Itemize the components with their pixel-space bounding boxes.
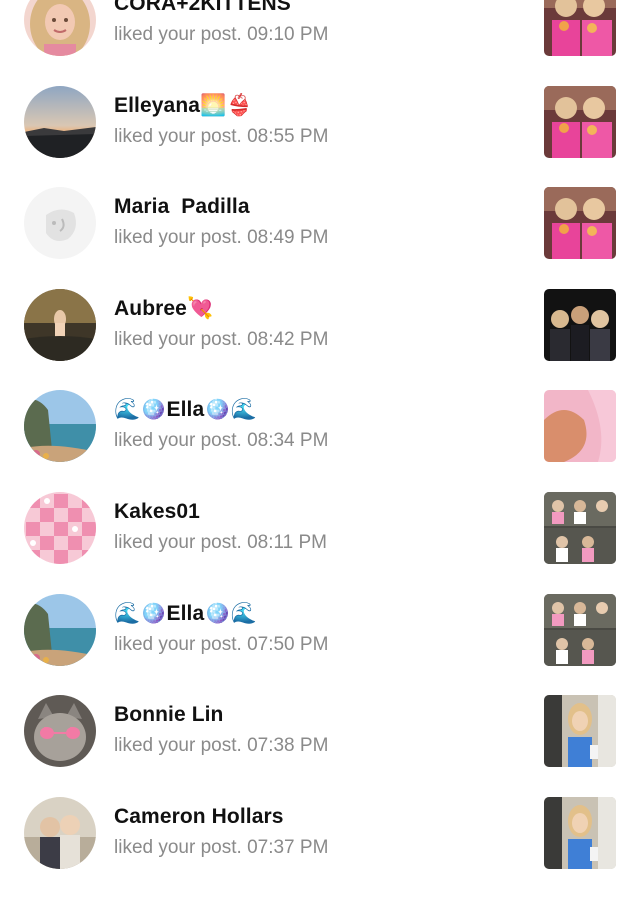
- username[interactable]: Aubree💘: [114, 297, 213, 321]
- post-thumbnail[interactable]: [544, 491, 616, 564]
- timestamp: 07:50 PM: [247, 633, 329, 655]
- post-thumbnail[interactable]: [544, 390, 616, 463]
- username[interactable]: Elleyana🌅👙: [114, 94, 253, 118]
- timestamp: 08:49 PM: [247, 227, 329, 249]
- username[interactable]: Bonnie Lin: [114, 703, 224, 727]
- timestamp: 08:34 PM: [247, 430, 329, 452]
- timestamp: 08:42 PM: [247, 328, 329, 350]
- avatar[interactable]: [24, 85, 96, 158]
- post-thumbnail[interactable]: [544, 0, 616, 56]
- username[interactable]: Maria Padilla: [114, 195, 250, 219]
- username[interactable]: Cameron Hollars: [114, 805, 284, 829]
- avatar[interactable]: [24, 796, 96, 869]
- avatar[interactable]: [24, 187, 96, 260]
- notification-text: liked your post. 07:50 PM: [114, 634, 328, 656]
- action-text: liked your post.: [114, 125, 242, 147]
- notification-row[interactable]: Maria Padilla liked your post. 08:49 PM: [0, 187, 640, 289]
- avatar[interactable]: [24, 593, 96, 666]
- action-text: liked your post.: [114, 633, 242, 655]
- notification-row[interactable]: Bonnie Lin liked your post. 07:38 PM: [0, 695, 640, 797]
- notification-row[interactable]: Aubree💘 liked your post. 08:42 PM: [0, 288, 640, 391]
- avatar[interactable]: [24, 390, 96, 463]
- notification-row[interactable]: Cameron Hollars liked your post. 07:37 PM: [0, 796, 640, 898]
- post-thumbnail[interactable]: [544, 288, 616, 361]
- notification-row[interactable]: 🌊🪩Ella🪩🌊 liked your post. 08:34 PM: [0, 390, 640, 492]
- notification-row[interactable]: CORA+2KITTENS liked your post. 09:10 PM: [0, 0, 640, 86]
- notification-text: liked your post. 08:42 PM: [114, 329, 328, 351]
- action-text: liked your post.: [114, 430, 242, 452]
- post-thumbnail[interactable]: [544, 187, 616, 260]
- timestamp: 08:11 PM: [247, 531, 327, 553]
- notification-text: liked your post. 08:55 PM: [114, 126, 328, 148]
- timestamp: 07:38 PM: [247, 735, 329, 757]
- action-text: liked your post.: [114, 531, 242, 553]
- action-text: liked your post.: [114, 227, 242, 249]
- notification-text: liked your post. 08:49 PM: [114, 227, 328, 249]
- avatar[interactable]: [24, 288, 96, 361]
- username[interactable]: Kakes01: [114, 500, 200, 524]
- action-text: liked your post.: [114, 735, 242, 757]
- notification-text: liked your post. 08:11 PM: [114, 532, 327, 554]
- notification-text: liked your post. 08:34 PM: [114, 430, 328, 452]
- post-thumbnail[interactable]: [544, 593, 616, 666]
- timestamp: 08:55 PM: [247, 125, 329, 147]
- notification-row[interactable]: 🌊🪩Ella🪩🌊 liked your post. 07:50 PM: [0, 593, 640, 696]
- notification-text: liked your post. 09:10 PM: [114, 24, 328, 46]
- notification-row[interactable]: Kakes01 liked your post. 08:11 PM: [0, 491, 640, 594]
- avatar[interactable]: [24, 695, 96, 768]
- avatar[interactable]: [24, 491, 96, 564]
- post-thumbnail[interactable]: [544, 695, 616, 768]
- notification-text: liked your post. 07:37 PM: [114, 837, 328, 859]
- notification-text: liked your post. 07:38 PM: [114, 735, 328, 757]
- post-thumbnail[interactable]: [544, 85, 616, 158]
- post-thumbnail[interactable]: [544, 796, 616, 869]
- notification-row[interactable]: Elleyana🌅👙 liked your post. 08:55 PM: [0, 85, 640, 188]
- username[interactable]: CORA+2KITTENS: [114, 0, 291, 16]
- action-text: liked your post.: [114, 328, 242, 350]
- timestamp: 09:10 PM: [247, 24, 329, 45]
- username[interactable]: 🌊🪩Ella🪩🌊: [114, 398, 257, 422]
- action-text: liked your post.: [114, 24, 242, 45]
- notification-list: CORA+2KITTENS liked your post. 09:10 PM El…: [0, 0, 640, 898]
- username[interactable]: 🌊🪩Ella🪩🌊: [114, 602, 257, 626]
- avatar[interactable]: [24, 0, 96, 56]
